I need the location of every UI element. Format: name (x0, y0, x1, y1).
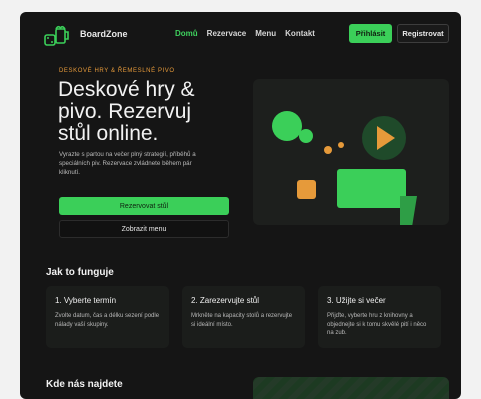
hero-illustration (253, 79, 449, 225)
hero-eyebrow: DESKOVÉ HRY & ŘEMESLNÉ PIVO (59, 68, 175, 74)
step-title: 1. Vyberte termín (55, 296, 117, 305)
show-menu-button[interactable]: Zobrazit menu (59, 220, 229, 238)
how-it-works-title: Jak to funguje (46, 267, 114, 278)
step-text: Zvolte datum, čas a délku sezení podle n… (55, 313, 160, 328)
hero-description: Vyrazte s partou na večer plný strategií… (59, 151, 196, 176)
decor-circle-small (299, 129, 313, 143)
step-card-3: 3. Užijte si večer Přijďte, vyberte hru … (318, 286, 441, 348)
nav-link-menu[interactable]: Menu (255, 29, 276, 38)
nav-link-reservations[interactable]: Rezervace (207, 29, 247, 38)
brand-name[interactable]: BoardZone (80, 29, 128, 39)
login-button[interactable]: Přihlásit (349, 24, 392, 43)
nav-links: Domů Rezervace Menu Kontakt (175, 29, 315, 38)
step-card-2: 2. Zarezervujte stůl Mrkněte na kapacity… (182, 286, 305, 348)
nav-link-home[interactable]: Domů (175, 29, 198, 38)
hero-title: Deskové hry & pivo. Rezervuj stůl online… (58, 78, 195, 145)
decor-glass-shape (400, 196, 417, 225)
decor-square-orange (297, 180, 316, 199)
step-text: Přijďte, vyberte hru z knihovny a objedn… (327, 313, 427, 336)
nav-link-contact[interactable]: Kontakt (285, 29, 315, 38)
reserve-table-button[interactable]: Rezervovat stůl (59, 197, 229, 215)
top-navbar: BoardZone Domů Rezervace Menu Kontakt Př… (20, 12, 461, 54)
register-button[interactable]: Registrovat (397, 24, 449, 43)
step-text: Mrkněte na kapacity stolů a rezervujte s… (191, 313, 293, 328)
step-title: 2. Zarezervujte stůl (191, 296, 260, 305)
page-frame: BoardZone Domů Rezervace Menu Kontakt Př… (20, 12, 461, 399)
hero-illustration-graphic (272, 111, 417, 225)
decor-dot-orange-small (338, 142, 344, 148)
dice-beer-mug-icon[interactable] (44, 24, 70, 46)
step-title: 3. Užijte si večer (327, 296, 386, 305)
find-us-title: Kde nás najdete (46, 379, 123, 390)
map-placeholder (253, 377, 449, 399)
decor-dot-orange (324, 146, 332, 154)
decor-rectangle-green (337, 169, 406, 208)
step-card-1: 1. Vyberte termín Zvolte datum, čas a dé… (46, 286, 169, 348)
decor-circle-large (272, 111, 302, 141)
